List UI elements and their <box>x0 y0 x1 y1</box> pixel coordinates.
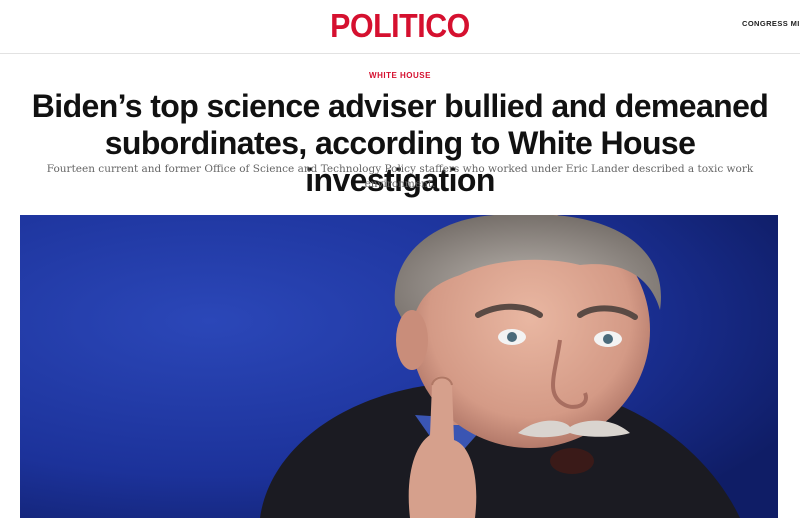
article-dek: Fourteen current and former Office of Sc… <box>46 163 754 190</box>
nav-link-congress[interactable]: CONGRESS MI <box>742 19 800 28</box>
portrait-photo <box>20 215 778 518</box>
site-header: POLITICO CONGRESS MI <box>0 0 800 54</box>
hero-photo <box>20 215 778 518</box>
section-label[interactable]: WHITE HOUSE <box>0 71 800 80</box>
politico-logo[interactable]: POLITICO <box>32 6 768 46</box>
